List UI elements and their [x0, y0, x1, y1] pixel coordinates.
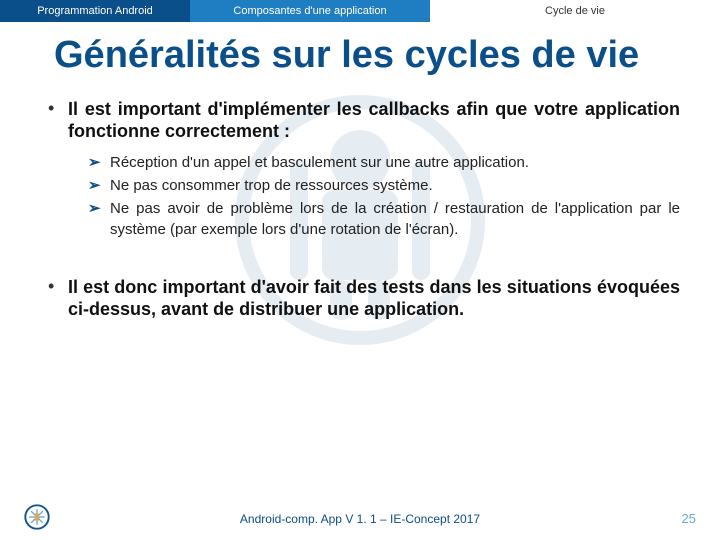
- breadcrumb: Programmation Android Composantes d'une …: [0, 0, 720, 22]
- slide-body: • Il est important d'implémenter les cal…: [0, 82, 720, 321]
- breadcrumb-label-2: Composantes d'une application: [233, 5, 386, 17]
- sub-item-text: Ne pas consommer trop de ressources syst…: [110, 176, 680, 196]
- page-number: 25: [682, 511, 696, 526]
- slide: Programmation Android Composantes d'une …: [0, 0, 720, 540]
- bullet-1-sublist: ➢Réception d'un appel et basculement sur…: [88, 153, 680, 240]
- sub-item: ➢Ne pas consommer trop de ressources sys…: [88, 176, 680, 196]
- logo-icon: [24, 504, 50, 530]
- breadcrumb-segment-2: Composantes d'une application: [190, 0, 430, 22]
- page-title: Généralités sur les cycles de vie: [0, 22, 720, 82]
- breadcrumb-segment-3: Cycle de vie: [430, 0, 720, 22]
- breadcrumb-segment-1: Programmation Android: [0, 0, 190, 22]
- bullet-marker: •: [48, 98, 68, 143]
- bullet-1-text: Il est important d'implémenter les callb…: [68, 98, 680, 143]
- chevron-right-icon: ➢: [88, 176, 110, 196]
- bullet-2-text: Il est donc important d'avoir fait des t…: [68, 276, 680, 321]
- sub-item-text: Ne pas avoir de problème lors de la créa…: [110, 199, 680, 240]
- breadcrumb-label-1: Programmation Android: [37, 5, 153, 17]
- chevron-right-icon: ➢: [88, 199, 110, 240]
- sub-item: ➢Réception d'un appel et basculement sur…: [88, 153, 680, 173]
- footer-text: Android-comp. App V 1. 1 – IE-Concept 20…: [0, 512, 720, 526]
- sub-item: ➢Ne pas avoir de problème lors de la cré…: [88, 199, 680, 240]
- breadcrumb-label-3: Cycle de vie: [545, 5, 605, 17]
- bullet-2: • Il est donc important d'avoir fait des…: [48, 276, 680, 321]
- bullet-1: • Il est important d'implémenter les cal…: [48, 98, 680, 143]
- chevron-right-icon: ➢: [88, 153, 110, 173]
- sub-item-text: Réception d'un appel et basculement sur …: [110, 153, 680, 173]
- bullet-marker: •: [48, 276, 68, 321]
